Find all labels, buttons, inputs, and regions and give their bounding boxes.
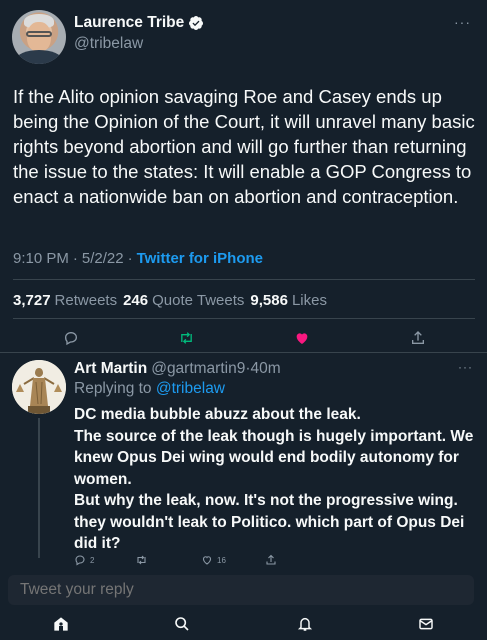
tweet-text: If the Alito opinion savaging Roe and Ca… [13,86,475,207]
quote-tweets-label[interactable]: Quote Tweets [152,292,244,309]
author-handle[interactable]: @tribelaw [74,35,143,53]
retweet-icon [137,555,146,565]
reply-retweet-button[interactable] [135,554,148,566]
reply-more-options-icon[interactable]: ··· [458,360,473,374]
reply-tweet[interactable]: Art Martin @gartmartin9 · 40m ··· Replyi… [0,358,487,573]
divider [13,279,475,280]
main-tweet-header: Laurence Tribe @tribelaw ··· [12,8,475,64]
justice-statue-icon [12,360,66,414]
reply-author-handle[interactable]: @gartmartin9 [151,360,245,378]
author-name-row[interactable]: Laurence Tribe [74,14,204,32]
quote-tweets-count[interactable]: 246 [123,292,148,309]
reply-actions: 2 16 [74,554,454,570]
reply-icon [75,555,85,566]
share-icon [266,554,276,565]
like-count: 16 [217,555,226,565]
replying-label: Replying to [74,380,152,397]
share-icon[interactable] [410,330,426,346]
reply-count: 2 [90,555,95,565]
bottom-nav [0,610,487,640]
notifications-icon[interactable] [297,616,313,632]
thread-line [38,418,40,558]
divider [0,352,487,353]
likes-count[interactable]: 9,586 [250,292,288,309]
verified-badge-icon [189,16,204,30]
meta-separator: · [72,250,78,267]
meta-separator: · [127,250,133,267]
divider [13,318,475,319]
tweet-actions [13,330,475,350]
reply-avatar[interactable] [12,360,66,414]
likes-label[interactable]: Likes [292,292,327,309]
reply-time[interactable]: 40m [251,360,281,378]
reply-share-button[interactable] [265,554,277,566]
reply-text: DC media bubble abuzz about the leak. Th… [74,406,474,552]
reply-author-name[interactable]: Art Martin [74,360,147,378]
more-options-icon[interactable]: ··· [454,14,471,30]
retweets-label[interactable]: Retweets [55,292,118,309]
tweet-source-link[interactable]: Twitter for iPhone [137,250,263,267]
author-name[interactable]: Laurence Tribe [74,14,184,32]
tweet-meta: 9:10 PM · 5/2/22 · Twitter for iPhone [13,250,263,267]
reply-icon[interactable] [63,330,79,346]
avatar[interactable] [12,10,66,64]
retweets-count[interactable]: 3,727 [13,292,51,309]
search-icon[interactable] [174,616,190,632]
tweet-time[interactable]: 9:10 PM [13,250,69,267]
retweet-icon[interactable] [178,330,195,346]
reply-input[interactable] [20,581,460,599]
reply-header: Art Martin @gartmartin9 · 40m [74,360,281,378]
reply-like-button[interactable]: 16 [201,554,226,566]
replying-to-handle[interactable]: @tribelaw [156,380,225,397]
like-icon[interactable] [294,330,310,346]
messages-icon[interactable] [418,616,434,632]
tweet-stats: 3,727 Retweets 246 Quote Tweets 9,586 Li… [13,292,327,309]
replying-to: Replying to @tribelaw [74,380,225,398]
reply-composer[interactable] [8,575,474,605]
home-icon[interactable] [53,616,69,632]
tweet-date[interactable]: 5/2/22 [82,250,124,267]
reply-reply-button[interactable]: 2 [74,554,94,566]
like-icon [202,556,212,565]
